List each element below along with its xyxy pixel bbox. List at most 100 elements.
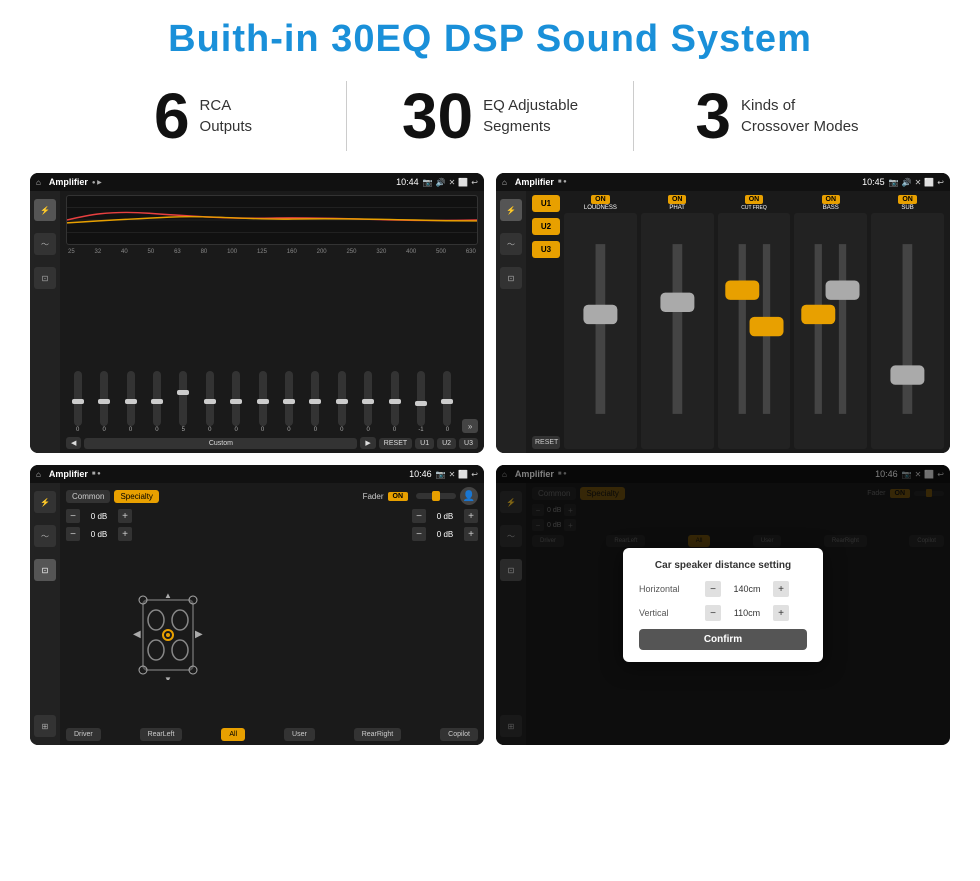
- stat-eq: 30 EQ AdjustableSegments: [347, 84, 633, 148]
- vol4-plus-btn[interactable]: +: [464, 527, 478, 541]
- cross-main-panel: Common Specialty Fader ON 👤: [60, 483, 484, 745]
- rear-left-btn[interactable]: RearLeft: [140, 728, 183, 741]
- sidebar-wave-btn[interactable]: 〜: [34, 233, 56, 255]
- eq-reset-btn[interactable]: RESET: [379, 438, 412, 449]
- eq-u3-btn[interactable]: U3: [459, 438, 478, 449]
- app-name-2: Amplifier: [515, 177, 554, 187]
- dialog-vertical-row: Vertical − 110cm +: [639, 605, 807, 621]
- play-dot-1: ● ▶: [92, 179, 102, 186]
- vol3-plus-btn[interactable]: +: [464, 509, 478, 523]
- preset-u3-btn[interactable]: U3: [532, 241, 560, 258]
- status-bar-1: ⌂ Amplifier ● ▶ 10:44 📷 🔊 ✕ ⬜ ↩: [30, 173, 484, 191]
- stat-number-eq: 30: [402, 84, 473, 148]
- loudness-on-badge[interactable]: ON: [591, 195, 610, 204]
- eq-sliders-row: 0 0 0 0: [66, 259, 478, 433]
- cross-specialty-tab[interactable]: Specialty: [114, 490, 158, 503]
- sidebar-vol-btn-3[interactable]: ⊡: [34, 559, 56, 581]
- cross-content: − 0 dB + − 0 dB +: [66, 509, 478, 724]
- channel-loudness: ON LOUDNESS: [564, 195, 637, 449]
- vertical-value: 110cm: [727, 608, 767, 618]
- preset-u2-btn[interactable]: U2: [532, 218, 560, 235]
- eq-u1-btn[interactable]: U1: [415, 438, 434, 449]
- status-icons-2: 📷 🔊 ✕ ⬜ ↩: [889, 178, 944, 187]
- amp2-main-panel: U1 U2 U3 RESET ON LOUDNESS: [526, 191, 950, 453]
- eq-slider-2: 0: [92, 371, 115, 433]
- fader-slider: [416, 493, 456, 499]
- confirm-button[interactable]: Confirm: [639, 629, 807, 650]
- sidebar-eq-btn[interactable]: ⚡: [34, 199, 56, 221]
- eq-slider-7: 0: [224, 371, 247, 433]
- user-btn[interactable]: User: [284, 728, 315, 741]
- home-icon-3[interactable]: ⌂: [36, 470, 41, 479]
- eq-u2-btn[interactable]: U2: [437, 438, 456, 449]
- sidebar-extra-btn-3[interactable]: ⊞: [34, 715, 56, 737]
- page-title: Buith-in 30EQ DSP Sound System: [0, 0, 980, 71]
- time-2: 10:45: [862, 177, 885, 187]
- vol-row-3: − 0 dB +: [275, 509, 478, 523]
- vol1-minus-btn[interactable]: −: [66, 509, 80, 523]
- svg-text:▶: ▶: [195, 629, 203, 640]
- phat-slider[interactable]: [641, 213, 714, 449]
- vol3-minus-btn[interactable]: −: [412, 509, 426, 523]
- sidebar-wave-btn-2[interactable]: 〜: [500, 233, 522, 255]
- vol4-value: 0 dB: [430, 530, 460, 539]
- loudness-slider[interactable]: [564, 213, 637, 449]
- fader-on-toggle[interactable]: ON: [388, 492, 409, 501]
- horizontal-minus-btn[interactable]: −: [705, 581, 721, 597]
- vol1-plus-btn[interactable]: +: [118, 509, 132, 523]
- sidebar-eq-btn-2[interactable]: ⚡: [500, 199, 522, 221]
- cutfreq-slider[interactable]: [718, 213, 791, 449]
- eq-left-sidebar: ⚡ 〜 ⊡: [30, 191, 60, 453]
- rear-right-btn[interactable]: RearRight: [354, 728, 402, 741]
- home-icon-2[interactable]: ⌂: [502, 178, 507, 187]
- preset-screen-card: ⌂ Amplifier ■ ● 10:45 📷 🔊 ✕ ⬜ ↩ ⚡ 〜 ⊡: [496, 173, 950, 453]
- home-icon-1[interactable]: ⌂: [36, 178, 41, 187]
- driver-btn[interactable]: Driver: [66, 728, 101, 741]
- cross-common-tab[interactable]: Common: [66, 490, 110, 503]
- vol4-minus-btn[interactable]: −: [412, 527, 426, 541]
- eq-slider-5: 5: [172, 371, 195, 433]
- eq-slider-11: 0: [330, 371, 353, 433]
- app-name-1: Amplifier: [49, 177, 88, 187]
- bass-slider[interactable]: [794, 213, 867, 449]
- play-dot-2: ■ ●: [558, 179, 567, 185]
- eq-slider-4: 0: [145, 371, 168, 433]
- sub-on-badge[interactable]: ON: [898, 195, 917, 204]
- eq-slider-1: 0: [66, 371, 89, 433]
- fader-bar[interactable]: [416, 493, 456, 499]
- crossover-screen-content: ⚡ 〜 ⊡ ⊞ Common Specialty Fader ON: [30, 483, 484, 745]
- vertical-minus-btn[interactable]: −: [705, 605, 721, 621]
- bass-on-badge[interactable]: ON: [822, 195, 841, 204]
- all-btn[interactable]: All: [221, 728, 245, 741]
- status-icons-3: 📷 ✕ ⬜ ↩: [436, 470, 478, 479]
- cutfreq-on-badge[interactable]: ON: [745, 195, 764, 204]
- amp2-channels: ON LOUDNESS: [564, 195, 944, 449]
- eq-next-btn[interactable]: ▶: [360, 437, 375, 449]
- person-icon[interactable]: 👤: [460, 487, 478, 505]
- horizontal-value: 140cm: [727, 584, 767, 594]
- copilot-btn[interactable]: Copilot: [440, 728, 478, 741]
- sub-slider[interactable]: [871, 213, 944, 449]
- sidebar-wave-btn-3[interactable]: 〜: [34, 525, 56, 547]
- cross-left-panel: − 0 dB + − 0 dB +: [66, 509, 269, 724]
- preset-u1-btn[interactable]: U1: [532, 195, 560, 212]
- sidebar-vol-btn[interactable]: ⊡: [34, 267, 56, 289]
- status-bar-2: ⌂ Amplifier ■ ● 10:45 📷 🔊 ✕ ⬜ ↩: [496, 173, 950, 191]
- stat-number-rca: 6: [154, 84, 190, 148]
- eq-prev-btn[interactable]: ◀: [66, 437, 81, 449]
- sidebar-eq-btn-3[interactable]: ⚡: [34, 491, 56, 513]
- svg-text:▼: ▼: [164, 675, 172, 680]
- vol2-plus-btn[interactable]: +: [118, 527, 132, 541]
- dialog-overlay: Car speaker distance setting Horizontal …: [496, 465, 950, 745]
- phat-on-badge[interactable]: ON: [668, 195, 687, 204]
- vol-row-4: − 0 dB +: [275, 527, 478, 541]
- vertical-plus-btn[interactable]: +: [773, 605, 789, 621]
- screenshots-grid: ⌂ Amplifier ● ▶ 10:44 📷 🔊 ✕ ⬜ ↩ ⚡ 〜 ⊡: [0, 165, 980, 755]
- preset-reset-btn[interactable]: RESET: [532, 436, 560, 449]
- cross-left-sidebar: ⚡ 〜 ⊡ ⊞: [30, 483, 60, 745]
- sidebar-vol-btn-2[interactable]: ⊡: [500, 267, 522, 289]
- eq-more-btn[interactable]: »: [462, 419, 478, 433]
- horizontal-plus-btn[interactable]: +: [773, 581, 789, 597]
- cross-action-row: Driver RearLeft All User RearRight Copil…: [66, 728, 478, 741]
- vol2-minus-btn[interactable]: −: [66, 527, 80, 541]
